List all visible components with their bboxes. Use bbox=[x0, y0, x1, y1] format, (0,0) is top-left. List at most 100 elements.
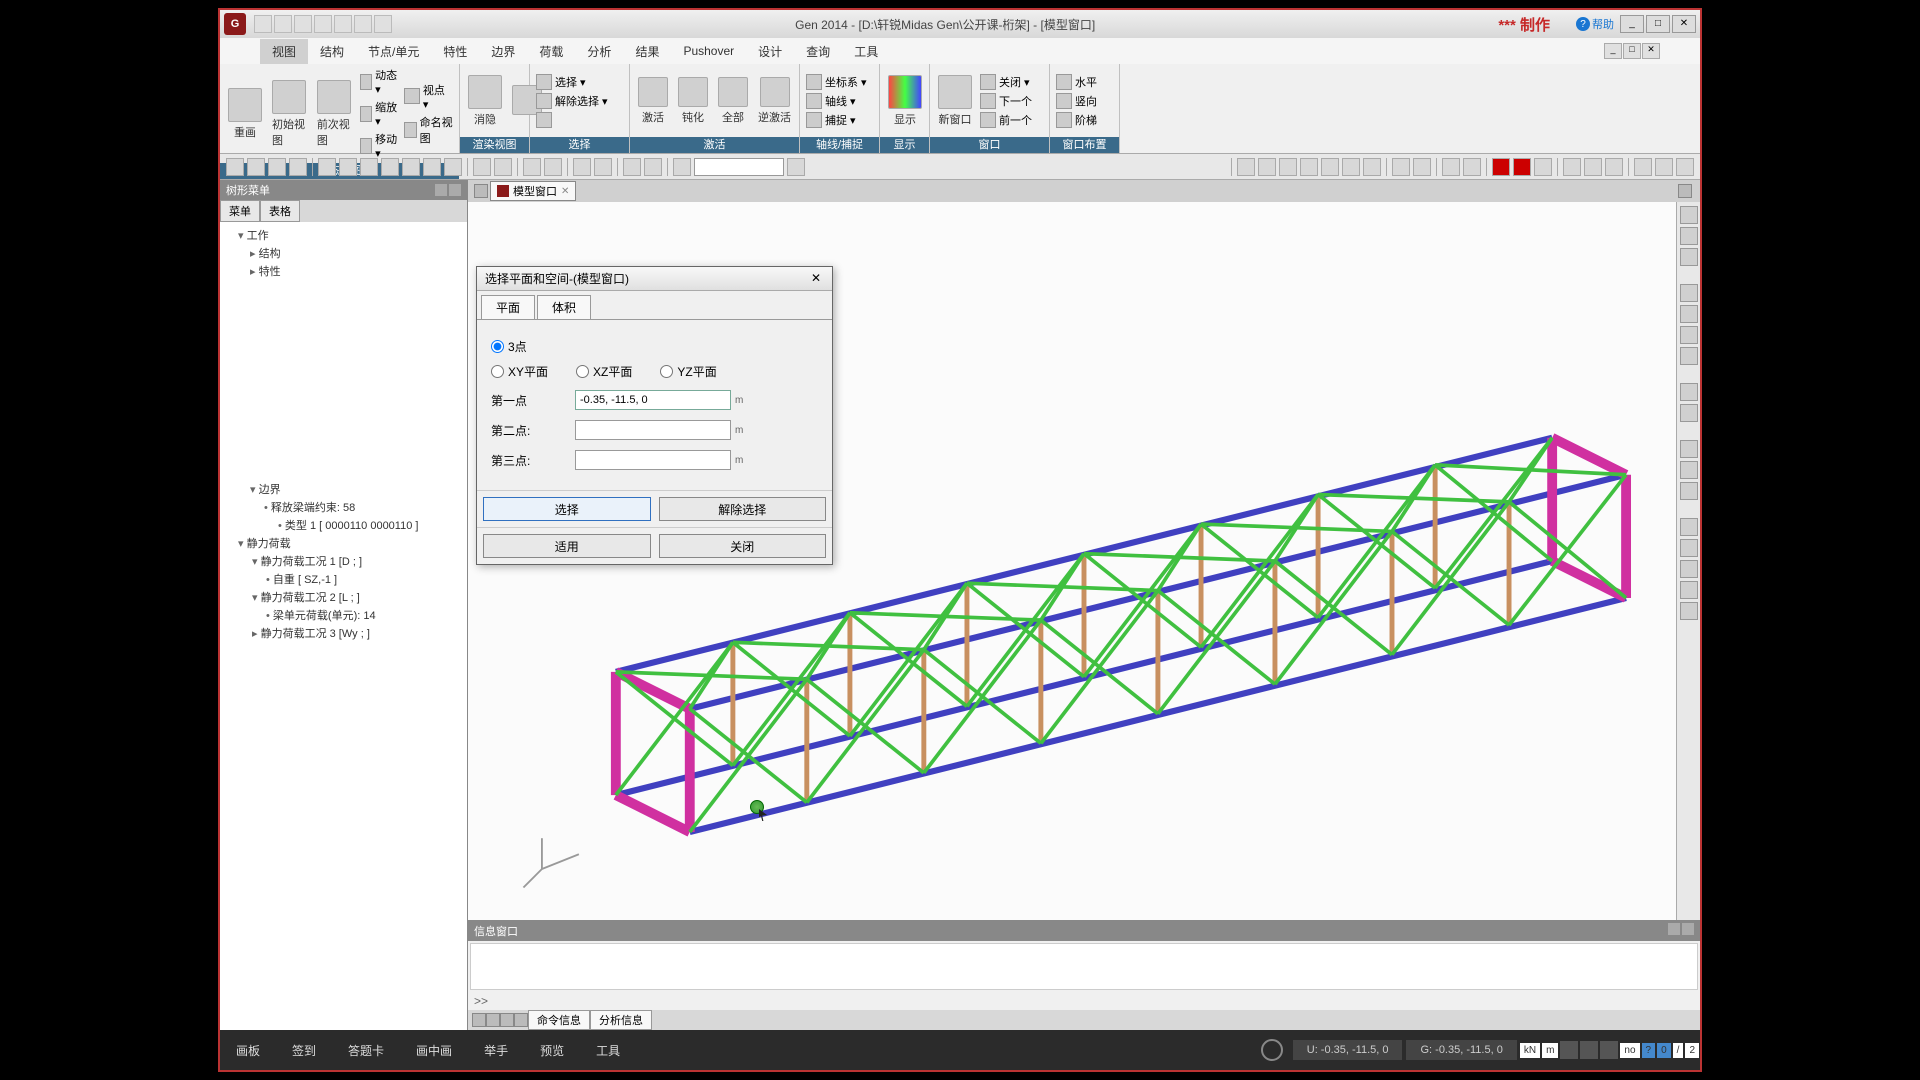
rtool-btn[interactable] bbox=[1680, 518, 1698, 536]
select-dropdown[interactable]: 选择 ▾ bbox=[534, 73, 610, 91]
qat-btn[interactable] bbox=[334, 15, 352, 33]
status-zero[interactable]: 0 bbox=[1657, 1043, 1671, 1058]
tb-btn[interactable] bbox=[1442, 158, 1460, 176]
tb-btn[interactable] bbox=[1634, 158, 1652, 176]
tb-btn[interactable] bbox=[1258, 158, 1276, 176]
radio-xy[interactable]: XY平面 bbox=[491, 363, 548, 380]
tb-btn[interactable] bbox=[423, 158, 441, 176]
status-icon[interactable] bbox=[1560, 1041, 1578, 1059]
hidden-line-button[interactable]: 消隐 bbox=[464, 73, 506, 129]
menu-analysis[interactable]: 分析 bbox=[575, 39, 623, 64]
inverse-button[interactable]: 逆激活 bbox=[754, 75, 795, 127]
mdi-close[interactable]: ✕ bbox=[1642, 43, 1660, 59]
next-window[interactable]: 下一个 bbox=[978, 92, 1034, 110]
tree-node[interactable]: 梁单元荷载(单元): 14 bbox=[224, 606, 463, 624]
unselect-button[interactable]: 解除选择 bbox=[659, 497, 827, 521]
tb-btn[interactable] bbox=[623, 158, 641, 176]
tb-btn[interactable] bbox=[494, 158, 512, 176]
tile-v[interactable]: 竖向 bbox=[1054, 92, 1099, 110]
mdi-max[interactable]: □ bbox=[1623, 43, 1641, 59]
status-btn[interactable]: 举手 bbox=[468, 1038, 524, 1063]
status-icon[interactable] bbox=[1600, 1041, 1618, 1059]
tree-node[interactable]: 类型 1 [ 0000110 0000110 ] bbox=[224, 516, 463, 534]
status-icon[interactable] bbox=[1580, 1041, 1598, 1059]
tree-node[interactable]: 边界 bbox=[224, 480, 463, 498]
rtool-btn[interactable] bbox=[1680, 539, 1698, 557]
qat-dropdown[interactable] bbox=[374, 15, 392, 33]
tb-btn[interactable] bbox=[1563, 158, 1581, 176]
info-nav[interactable] bbox=[472, 1013, 486, 1027]
tb-btn[interactable] bbox=[339, 158, 357, 176]
pan-dropdown[interactable]: 移动 ▾ bbox=[358, 130, 400, 161]
tb-btn[interactable] bbox=[1655, 158, 1673, 176]
tab-nav-right[interactable] bbox=[1678, 184, 1692, 198]
tree-node[interactable]: 静力荷载工况 3 [Wy ; ] bbox=[224, 624, 463, 642]
status-btn[interactable]: 画板 bbox=[220, 1038, 276, 1063]
input-p3[interactable] bbox=[575, 450, 731, 470]
grid-dropdown[interactable]: 轴线 ▾ bbox=[804, 92, 869, 110]
prev-view-button[interactable]: 前次视图 bbox=[313, 78, 356, 150]
menu-query[interactable]: 查询 bbox=[794, 39, 842, 64]
status-btn[interactable]: 签到 bbox=[276, 1038, 332, 1063]
qat-btn[interactable] bbox=[254, 15, 272, 33]
tree-node[interactable]: 特性 bbox=[224, 262, 463, 280]
tb-btn[interactable] bbox=[360, 158, 378, 176]
rtool-btn[interactable] bbox=[1680, 404, 1698, 422]
tree-node[interactable]: 静力荷载工况 1 [D ; ] bbox=[224, 552, 463, 570]
tab-nav-left[interactable] bbox=[474, 184, 488, 198]
unit-length[interactable]: m bbox=[1542, 1043, 1558, 1058]
close-window-dropdown[interactable]: 关闭 ▾ bbox=[978, 73, 1034, 91]
status-btn[interactable]: 工具 bbox=[580, 1038, 636, 1063]
close-button[interactable]: 关闭 bbox=[659, 534, 827, 558]
radio-3point[interactable]: 3点 bbox=[491, 338, 527, 355]
select-extra[interactable] bbox=[534, 111, 610, 129]
rtool-btn[interactable] bbox=[1680, 602, 1698, 620]
document-tab[interactable]: 模型窗口 ✕ bbox=[490, 181, 576, 201]
apply-button[interactable]: 适用 bbox=[483, 534, 651, 558]
rtool-btn[interactable] bbox=[1680, 326, 1698, 344]
tb-btn[interactable] bbox=[402, 158, 420, 176]
tb-btn[interactable] bbox=[1279, 158, 1297, 176]
rtool-btn[interactable] bbox=[1680, 206, 1698, 224]
selection-combo[interactable] bbox=[694, 158, 784, 176]
radio-xz[interactable]: XZ平面 bbox=[576, 363, 632, 380]
undo-dropdown[interactable] bbox=[247, 158, 265, 176]
dialog-close-icon[interactable]: ✕ bbox=[808, 271, 824, 287]
dialog-tab-volume[interactable]: 体积 bbox=[537, 295, 591, 319]
menu-node-element[interactable]: 节点/单元 bbox=[356, 39, 431, 64]
qat-btn[interactable] bbox=[274, 15, 292, 33]
redraw-button[interactable]: 重画 bbox=[224, 86, 266, 142]
rtool-btn[interactable] bbox=[1680, 560, 1698, 578]
tree-node[interactable]: 静力荷载工况 2 [L ; ] bbox=[224, 588, 463, 606]
info-tab-command[interactable]: 命令信息 bbox=[528, 1010, 590, 1030]
rtool-btn[interactable] bbox=[1680, 305, 1698, 323]
undo-button[interactable] bbox=[226, 158, 244, 176]
tb-btn[interactable] bbox=[1605, 158, 1623, 176]
menu-pushover[interactable]: Pushover bbox=[671, 40, 746, 62]
radio-yz[interactable]: YZ平面 bbox=[660, 363, 716, 380]
info-nav[interactable] bbox=[486, 1013, 500, 1027]
tree-node[interactable]: 自重 [ SZ,-1 ] bbox=[224, 570, 463, 588]
mdi-min[interactable]: _ bbox=[1604, 43, 1622, 59]
init-view-button[interactable]: 初始视图 bbox=[268, 78, 311, 150]
unit-force[interactable]: kN bbox=[1520, 1043, 1540, 1058]
tree-node[interactable]: 静力荷载 bbox=[224, 534, 463, 552]
status-btn[interactable]: 画中画 bbox=[400, 1038, 468, 1063]
info-tab-analysis[interactable]: 分析信息 bbox=[590, 1010, 652, 1030]
tb-btn[interactable] bbox=[381, 158, 399, 176]
rtool-btn[interactable] bbox=[1680, 383, 1698, 401]
pin-icon[interactable] bbox=[1668, 923, 1680, 935]
close-icon[interactable] bbox=[1682, 923, 1694, 935]
tb-btn[interactable] bbox=[1237, 158, 1255, 176]
rtool-btn[interactable] bbox=[1680, 581, 1698, 599]
menu-property[interactable]: 特性 bbox=[431, 39, 479, 64]
close-button[interactable]: ✕ bbox=[1672, 15, 1696, 33]
tb-btn[interactable] bbox=[1534, 158, 1552, 176]
menu-view[interactable]: 视图 bbox=[260, 39, 308, 64]
tb-btn[interactable] bbox=[1392, 158, 1410, 176]
tab-close-icon[interactable]: ✕ bbox=[561, 186, 569, 197]
menu-structure[interactable]: 结构 bbox=[308, 39, 356, 64]
redo-button[interactable] bbox=[268, 158, 286, 176]
menu-boundary[interactable]: 边界 bbox=[479, 39, 527, 64]
help-button[interactable]: 帮助 bbox=[1576, 16, 1614, 32]
